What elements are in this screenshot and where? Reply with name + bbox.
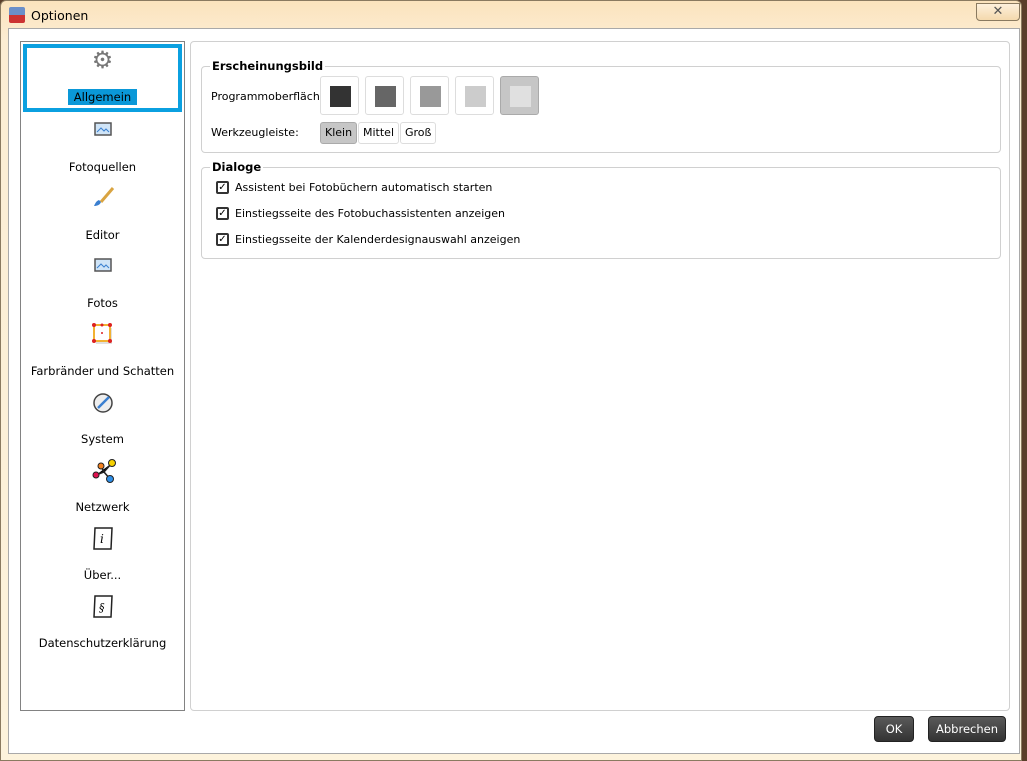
image-icon — [91, 118, 115, 142]
close-icon: ✕ — [992, 4, 1004, 19]
frame-shadow-icon — [91, 322, 115, 346]
toolbar-label: Werkzeugleiste: — [211, 126, 299, 139]
sidebar-item-netzwerk[interactable]: Netzwerk — [21, 454, 184, 522]
toolbar-size-klein[interactable]: Klein — [320, 122, 358, 144]
info-icon: i — [91, 526, 115, 550]
appearance-group-title: Erscheinungsbild — [210, 59, 326, 73]
svg-text:§: § — [99, 601, 105, 614]
checkbox-auto-start-assistant[interactable]: ✓ — [216, 181, 229, 194]
cancel-button[interactable]: Abbrechen — [928, 716, 1006, 742]
checkbox-photobook-start-page[interactable]: ✓ — [216, 207, 229, 220]
sidebar-item-farbraender[interactable]: Farbränder und Schatten — [21, 318, 184, 386]
checkbox-label: Einstiegsseite des Fotobuchassistenten a… — [235, 207, 505, 220]
sidebar-item-label: Farbränder und Schatten — [30, 364, 175, 378]
appearance-group: Erscheinungsbild Programmoberfläche: Wer… — [201, 59, 1001, 153]
toolbar-size-mittel[interactable]: Mittel — [358, 122, 399, 144]
network-icon — [91, 458, 116, 483]
disc-icon — [91, 390, 115, 414]
paragraph-icon: § — [91, 594, 115, 618]
sidebar-item-label: Fotos — [87, 296, 118, 310]
sidebar-item-datenschutz[interactable]: § Datenschutzerklärung — [21, 590, 184, 658]
sidebar-item-allgemein[interactable]: ⚙ Allgemein — [23, 44, 182, 112]
swatch-light[interactable] — [455, 76, 494, 115]
swatch-darkest[interactable] — [320, 76, 359, 115]
category-sidebar: ⚙ Allgemein Fotoquellen Editor Fotos Far… — [20, 41, 185, 711]
checkbox-label: Assistent bei Fotobüchern automatisch st… — [235, 181, 493, 194]
image-icon — [91, 254, 115, 278]
swatch-lightest-selected[interactable] — [500, 76, 539, 115]
sidebar-item-label: Netzwerk — [75, 500, 130, 514]
gear-icon: ⚙ — [91, 46, 114, 74]
swatch-dark[interactable] — [365, 76, 404, 115]
sidebar-item-label: Fotoquellen — [68, 160, 137, 174]
checkbox-calendar-start-page[interactable]: ✓ — [216, 233, 229, 246]
settings-panel: Erscheinungsbild Programmoberfläche: Wer… — [190, 41, 1010, 711]
brush-icon — [91, 186, 115, 210]
sidebar-item-label: Datenschutzerklärung — [38, 636, 167, 650]
ok-button[interactable]: OK — [874, 716, 914, 742]
close-button[interactable]: ✕ — [976, 3, 1020, 21]
checkbox-label: Einstiegsseite der Kalenderdesignauswahl… — [235, 233, 521, 246]
app-icon — [9, 7, 25, 23]
toolbar-size-gross[interactable]: Groß — [400, 122, 437, 144]
sidebar-item-label: Über... — [83, 568, 122, 582]
sidebar-item-system[interactable]: System — [21, 386, 184, 454]
sidebar-item-label: Allgemein — [67, 89, 138, 105]
ui-label: Programmoberfläche: — [211, 90, 331, 103]
sidebar-item-editor[interactable]: Editor — [21, 182, 184, 250]
sidebar-item-fotoquellen[interactable]: Fotoquellen — [21, 114, 184, 182]
sidebar-item-fotos[interactable]: Fotos — [21, 250, 184, 318]
window-title: Optionen — [31, 8, 89, 23]
sidebar-item-label: Editor — [85, 228, 120, 242]
dialogs-group: Dialoge ✓ Assistent bei Fotobüchern auto… — [201, 160, 1001, 259]
swatch-medium[interactable] — [410, 76, 449, 115]
dialogs-group-title: Dialoge — [210, 160, 264, 174]
svg-text:i: i — [100, 532, 104, 546]
sidebar-item-label: System — [81, 432, 124, 446]
sidebar-item-ueber[interactable]: i Über... — [21, 522, 184, 590]
